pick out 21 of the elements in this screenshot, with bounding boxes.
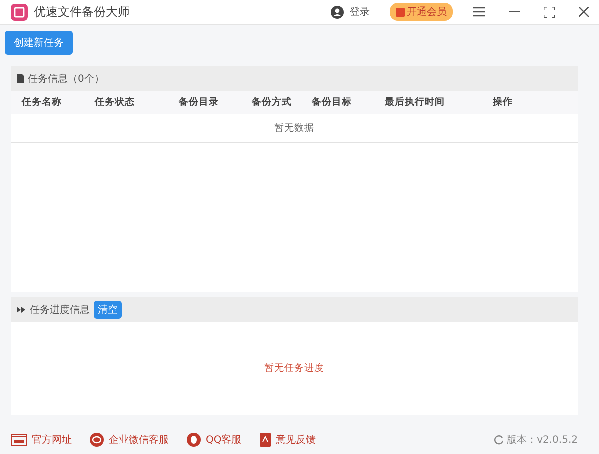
panel-title: 任务信息（0个） [28, 72, 104, 86]
column-header: 备份目录 [179, 96, 220, 109]
column-header: 最后执行时间 [385, 96, 446, 109]
vip-button[interactable]: 开通会员 [390, 3, 453, 21]
column-header: 备份方式 [252, 96, 293, 109]
footer-link[interactable]: 意见反馈 [260, 433, 316, 447]
column-header: 操作 [493, 96, 514, 109]
login-link[interactable]: 登录 [350, 5, 370, 19]
column-header: 任务名称 [22, 96, 63, 109]
column-header: 备份目标 [312, 96, 353, 109]
window-title: 优速文件备份大师 [34, 4, 131, 20]
panel-title: 任务进度信息 [30, 304, 90, 316]
footer-link[interactable]: 官方网址 [11, 433, 72, 447]
footer-link[interactable]: 企业微信客服 [90, 433, 169, 447]
clear-button[interactable]: 清空 [94, 300, 122, 318]
column-header: 任务状态 [95, 96, 136, 109]
footer-link[interactable]: QQ客服 [187, 433, 242, 447]
version-label: 版本：v2.0.5.2 [507, 434, 578, 447]
create-task-button[interactable]: 创建新任务 [5, 30, 73, 54]
empty-progress-message: 暂无任务进度 [264, 362, 324, 375]
empty-message: 暂无数据 [274, 122, 314, 134]
